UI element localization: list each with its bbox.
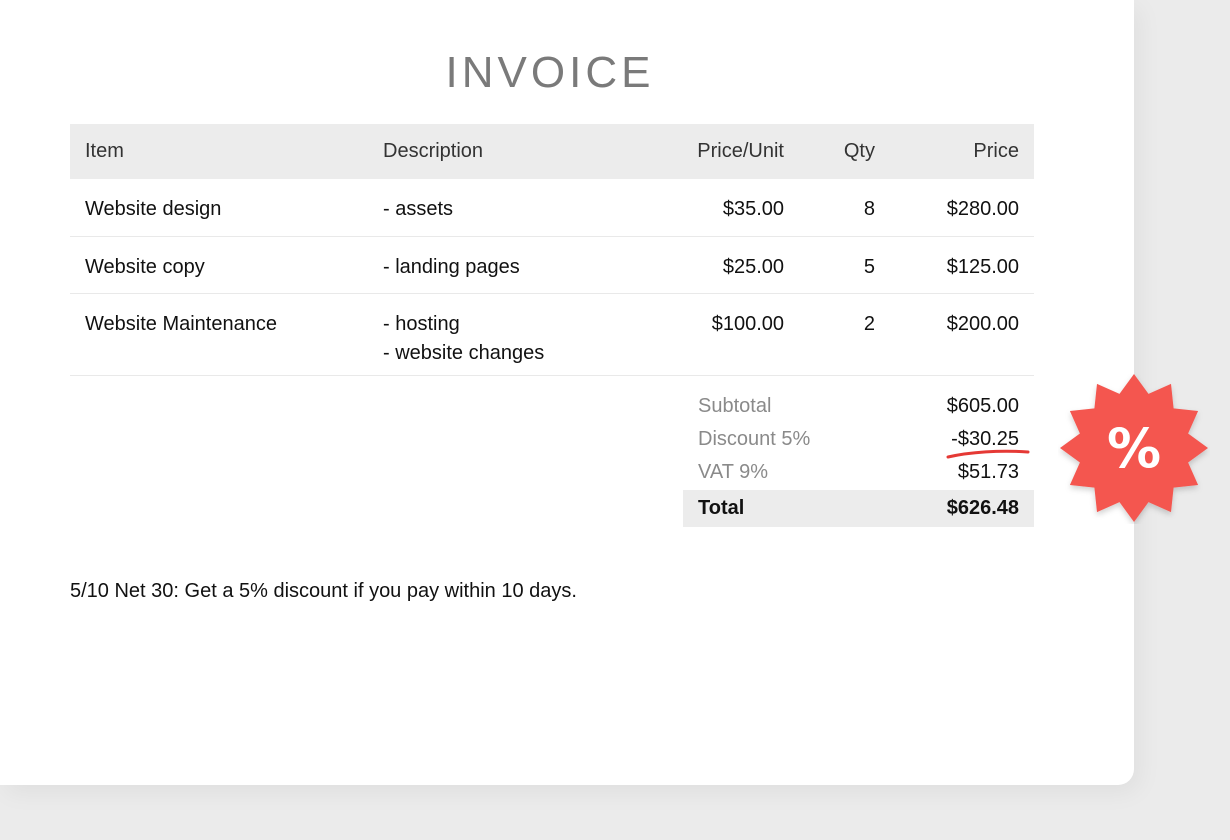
invoice-sheet: INVOICE Item Description Price/Unit Qty …: [0, 0, 1134, 785]
row-item: Website Maintenance: [85, 313, 277, 335]
row-description: - hosting - website changes: [368, 310, 628, 368]
row-price-unit: $100.00: [711, 313, 784, 335]
description-line: - website changes: [383, 342, 545, 364]
row-price: $280.00: [946, 198, 1019, 220]
row-item: Website copy: [85, 256, 205, 278]
row-qty: 2: [863, 313, 875, 335]
total-value: $626.48: [946, 497, 1019, 519]
discount-percent-badge-icon: %: [1060, 374, 1208, 522]
vat-label: VAT 9%: [698, 461, 769, 483]
totals-block: Subtotal $605.00 Discount 5% -$30.25 VAT…: [683, 390, 1034, 527]
description-line: - landing pages: [383, 256, 520, 278]
table-row: Website copy - landing pages $25.00 5 $1…: [70, 237, 1034, 294]
table-row: Website design - assets $35.00 8 $280.00: [70, 179, 1034, 237]
row-description: - landing pages: [368, 253, 628, 282]
subtotal-row: Subtotal $605.00: [683, 390, 1034, 423]
row-item: Website design: [85, 198, 222, 220]
subtotal-label: Subtotal: [698, 395, 772, 417]
row-qty: 5: [863, 256, 875, 278]
invoice-table: Item Description Price/Unit Qty Price We…: [70, 124, 1034, 376]
description-line: - hosting: [383, 313, 460, 335]
description-line: - assets: [383, 198, 454, 220]
vat-value: $51.73: [957, 461, 1019, 483]
discount-underline-mark: [946, 449, 1030, 459]
row-price: $200.00: [946, 313, 1019, 335]
total-label: Total: [698, 497, 745, 519]
row-qty: 8: [863, 198, 875, 220]
invoice-title: INVOICE: [445, 48, 655, 97]
subtotal-value: $605.00: [946, 395, 1019, 417]
row-description: - assets: [368, 195, 628, 224]
row-price-unit: $35.00: [722, 198, 784, 220]
total-row: Total $626.48: [683, 490, 1034, 527]
header-price: Price: [973, 140, 1019, 162]
percent-symbol: %: [1107, 417, 1161, 480]
header-description: Description: [383, 140, 484, 162]
header-item: Item: [85, 140, 124, 162]
header-price-unit: Price/Unit: [697, 140, 784, 162]
table-header: Item Description Price/Unit Qty Price: [70, 124, 1034, 179]
discount-label: Discount 5%: [698, 428, 811, 450]
row-price-unit: $25.00: [722, 256, 784, 278]
table-row: Website Maintenance - hosting - website …: [70, 294, 1034, 376]
row-price: $125.00: [946, 256, 1019, 278]
header-qty: Qty: [843, 140, 875, 162]
payment-terms-note: 5/10 Net 30: Get a 5% discount if you pa…: [70, 580, 577, 602]
